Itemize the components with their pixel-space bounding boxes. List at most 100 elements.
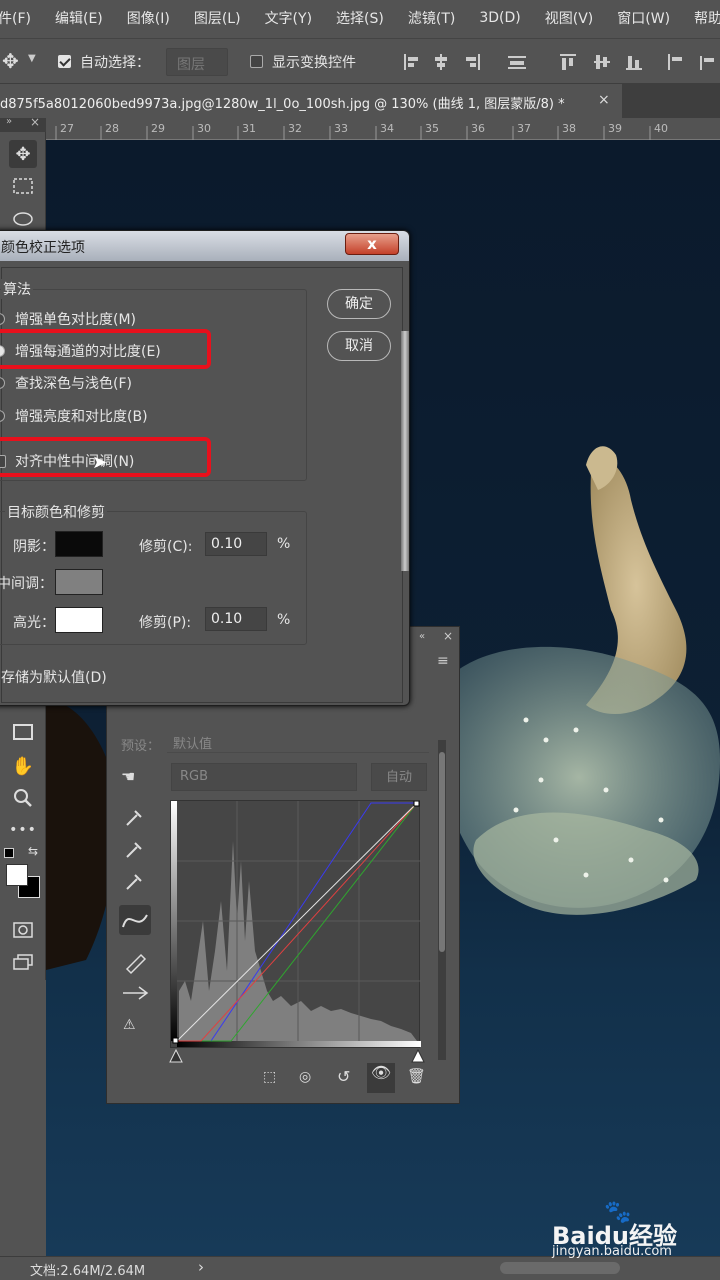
input-sliders[interactable] — [168, 1048, 428, 1064]
color-swatches[interactable]: ⇆ — [4, 844, 44, 908]
horizontal-ruler: 27 28 29 30 31 32 33 34 35 36 37 38 39 4… — [46, 118, 720, 140]
dialog-close-button[interactable]: x — [345, 233, 399, 255]
horizontal-scrollbar[interactable] — [500, 1262, 620, 1274]
cancel-button[interactable]: 取消 — [327, 331, 391, 361]
percent-label: % — [277, 612, 291, 628]
menu-image[interactable]: 图像(I) — [127, 8, 170, 28]
midtones-color-swatch[interactable] — [55, 569, 103, 595]
more-tools-icon[interactable]: ••• — [9, 816, 37, 844]
algorithm-option[interactable]: 查找深色与浅色(F) — [15, 373, 132, 393]
scrollbar-thumb[interactable] — [439, 752, 445, 952]
curves-graph[interactable] — [170, 800, 421, 1048]
panel-menu-icon[interactable]: ≡ — [437, 653, 449, 669]
pencil-icon — [125, 953, 147, 975]
show-transform-checkbox[interactable] — [250, 55, 263, 68]
preset-dropdown[interactable]: 默认值 — [167, 731, 429, 753]
dialog-titlebar: 颜色校正选项 x — [0, 231, 409, 261]
menu-file[interactable]: 件(F) — [0, 8, 31, 28]
align-right-icon — [478, 54, 480, 70]
document-size: 文档:2.64M/2.64M — [30, 1264, 146, 1279]
menu-type[interactable]: 文字(Y) — [265, 8, 312, 28]
algorithm-option[interactable]: 增强单色对比度(M) — [15, 309, 136, 329]
dialog-title: 颜色校正选项 — [1, 240, 85, 256]
close-icon: x — [367, 235, 377, 253]
move-tool-icon[interactable]: ✥ — [2, 49, 19, 73]
white-point-handle[interactable] — [413, 800, 420, 807]
menu-filter[interactable]: 滤镜(T) — [408, 8, 455, 28]
panel-scrollbar[interactable] — [438, 740, 446, 1060]
document-tab[interactable]: d875f5a8012060bed9973a.jpg@1280w_1l_0o_1… — [0, 84, 622, 118]
auto-select-label: 自动选择： — [80, 55, 150, 71]
color-correction-dialog: 颜色校正选项 x 算法 增强单色对比度(M) 增强每通道的对比度(E) 查找深色… — [0, 230, 410, 706]
screen-mode-icon[interactable] — [9, 948, 37, 976]
auto-button[interactable]: 自动 — [371, 763, 427, 791]
eyedropper-black-icon — [126, 810, 142, 826]
ruler-tick: 31 — [242, 122, 256, 135]
zoom-tool-icon[interactable] — [9, 784, 37, 812]
ruler-tick: 39 — [608, 122, 622, 135]
ruler-tick: 27 — [60, 122, 74, 135]
close-panel-icon[interactable]: × — [30, 115, 40, 129]
quick-mask-icon[interactable] — [9, 916, 37, 944]
auto-label: 自动 — [385, 770, 412, 785]
eyedropper-gray-icon — [126, 842, 142, 858]
ok-button[interactable]: 确定 — [327, 289, 391, 319]
status-arrow-icon[interactable]: › — [198, 1258, 204, 1276]
ok-label: 确定 — [345, 296, 373, 312]
clip-to-layer-icon[interactable]: ⬚ — [263, 1069, 276, 1085]
visibility-icon[interactable]: 👁 — [367, 1063, 395, 1093]
black-point-handle[interactable] — [172, 1037, 179, 1044]
default-colors-icon[interactable] — [4, 848, 14, 858]
menu-help[interactable]: 帮助(H) — [694, 8, 720, 28]
algorithm-option[interactable]: 增强亮度和对比度(B) — [15, 406, 148, 426]
algorithms-label: 算法 — [1, 279, 33, 299]
highlight-box-per-channel — [0, 329, 211, 369]
menu-3d[interactable]: 3D(D) — [479, 10, 520, 26]
close-tab-icon[interactable]: × — [598, 92, 610, 108]
auto-select-checkbox[interactable] — [58, 55, 71, 68]
show-transform-label: 显示变换控件 — [272, 55, 356, 71]
ruler-tick: 35 — [425, 122, 439, 135]
menu-window[interactable]: 窗口(W) — [617, 8, 670, 28]
chevron-down-icon[interactable]: ▼ — [28, 53, 36, 64]
menu-view[interactable]: 视图(V) — [545, 8, 594, 28]
cancel-label: 取消 — [345, 338, 373, 354]
align-buttons — [400, 52, 720, 72]
channel-value: RGB — [180, 769, 209, 784]
marquee-tool-icon[interactable] — [9, 172, 37, 200]
black-input-slider[interactable] — [169, 1048, 183, 1063]
ruler-tick: 37 — [517, 122, 531, 135]
ruler-tick: 32 — [288, 122, 302, 135]
reset-icon[interactable]: ↺ — [337, 1067, 350, 1086]
targeted-adjust-icon[interactable]: ☚ — [121, 767, 135, 786]
close-panel-icon[interactable]: × — [443, 629, 453, 643]
auto-select-dropdown[interactable]: 图层 — [166, 48, 228, 76]
collapse-icon[interactable]: » — [6, 116, 12, 127]
foreground-color-swatch[interactable] — [6, 864, 28, 886]
menu-select[interactable]: 选择(S) — [336, 8, 384, 28]
clipping-warning-icon: ⚠ — [123, 1017, 136, 1033]
distribute-icon — [668, 54, 670, 70]
collapse-panel-icon[interactable]: « — [419, 631, 425, 642]
rectangle-tool-icon[interactable] — [9, 718, 37, 746]
preset-label: 预设： — [121, 739, 161, 754]
ruler-tick: 29 — [151, 122, 165, 135]
hand-tool-icon[interactable]: ✋ — [9, 752, 37, 780]
swap-colors-icon[interactable]: ⇆ — [28, 844, 38, 858]
document-tab-bar: d875f5a8012060bed9973a.jpg@1280w_1l_0o_1… — [0, 84, 720, 118]
menu-edit[interactable]: 编辑(E) — [55, 8, 103, 28]
delete-icon[interactable]: 🗑 — [407, 1067, 426, 1085]
dialog-frame-edge — [401, 331, 409, 571]
save-default-label[interactable]: 存储为默认值(D) — [1, 667, 107, 687]
white-input-slider[interactable] — [411, 1048, 425, 1063]
highlights-color-swatch[interactable] — [55, 607, 103, 633]
clip-p-input[interactable]: 0.10 — [205, 607, 267, 631]
target-colors-label: 目标颜色和修剪 — [5, 502, 107, 522]
shadows-color-swatch[interactable] — [55, 531, 103, 557]
channel-dropdown[interactable]: RGB — [171, 763, 357, 791]
clip-c-input[interactable]: 0.10 — [205, 532, 267, 556]
ruler-tick: 34 — [380, 122, 394, 135]
menu-layer[interactable]: 图层(L) — [194, 8, 241, 28]
move-tool-icon[interactable]: ✥ — [9, 140, 37, 168]
view-previous-icon[interactable]: ◎ — [299, 1069, 311, 1085]
